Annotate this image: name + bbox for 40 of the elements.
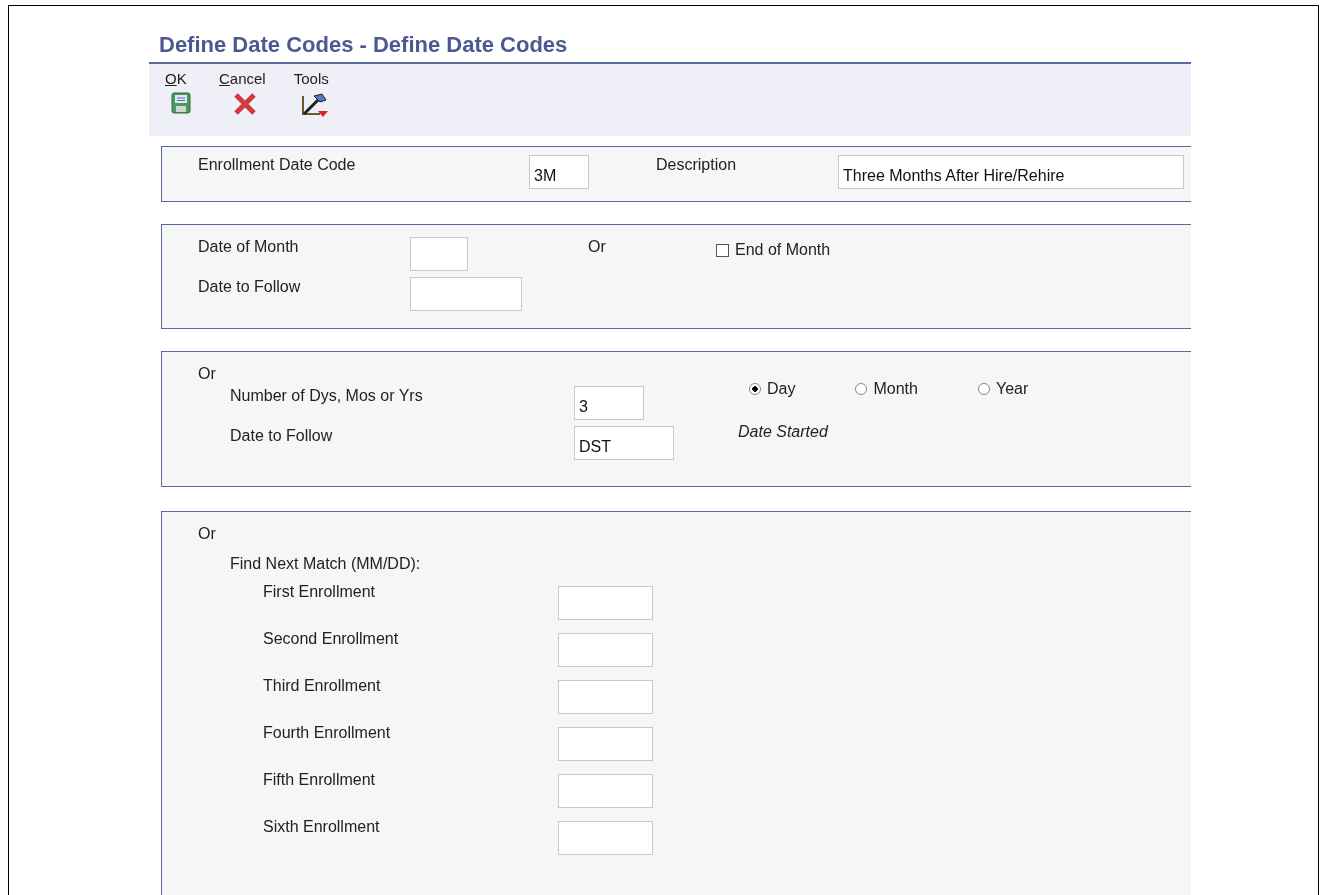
- hammer-icon: [299, 92, 330, 118]
- toolbar-button[interactable]: OK: [161, 64, 195, 136]
- input-field[interactable]: 3: [574, 386, 644, 420]
- input-field[interactable]: Three Months After Hire/Rehire: [838, 155, 1184, 189]
- field-label: Sixth Enrollment: [263, 817, 381, 837]
- field-label: Date to Follow: [230, 426, 334, 446]
- or-label: Or: [198, 524, 217, 544]
- input-field[interactable]: [558, 633, 653, 667]
- toolbar-button[interactable]: Tools: [289, 64, 334, 136]
- radio-button[interactable]: Year: [977, 380, 1029, 398]
- field-label: Number of Dys, Mos or Yrs: [230, 386, 424, 406]
- input-field[interactable]: [558, 680, 653, 714]
- or-label: Or: [198, 364, 217, 384]
- input-field[interactable]: [558, 774, 653, 808]
- save-icon: [171, 92, 191, 114]
- input-field[interactable]: DST: [574, 426, 674, 460]
- input-field[interactable]: [558, 821, 653, 855]
- radio-button[interactable]: Month: [855, 380, 918, 398]
- field-label: Fifth Enrollment: [263, 770, 377, 790]
- close-icon: [233, 92, 257, 116]
- toolbar-button[interactable]: Cancel: [215, 64, 270, 136]
- input-field[interactable]: [410, 277, 522, 311]
- field-label: Date of Month: [198, 237, 300, 257]
- field-label: Date to Follow: [198, 277, 302, 297]
- field-label: Description: [656, 155, 738, 175]
- section-heading: Find Next Match (MM/DD):: [230, 554, 422, 574]
- input-field[interactable]: [558, 586, 653, 620]
- field-description: Date Started: [738, 422, 828, 442]
- input-field[interactable]: 3M: [529, 155, 589, 189]
- field-label: Fourth Enrollment: [263, 723, 392, 743]
- or-label: Or: [588, 237, 607, 257]
- radio-button[interactable]: Day: [749, 380, 796, 398]
- field-label: Third Enrollment: [263, 676, 382, 696]
- input-field[interactable]: [410, 237, 468, 271]
- field-label: Second Enrollment: [263, 629, 400, 649]
- window-title: Define Date Codes - Define Date Codes: [159, 32, 568, 59]
- field-label: Enrollment Date Code: [198, 155, 357, 175]
- field-label: First Enrollment: [263, 582, 377, 602]
- input-field[interactable]: [558, 727, 653, 761]
- checkbox[interactable]: End of Month: [716, 241, 831, 259]
